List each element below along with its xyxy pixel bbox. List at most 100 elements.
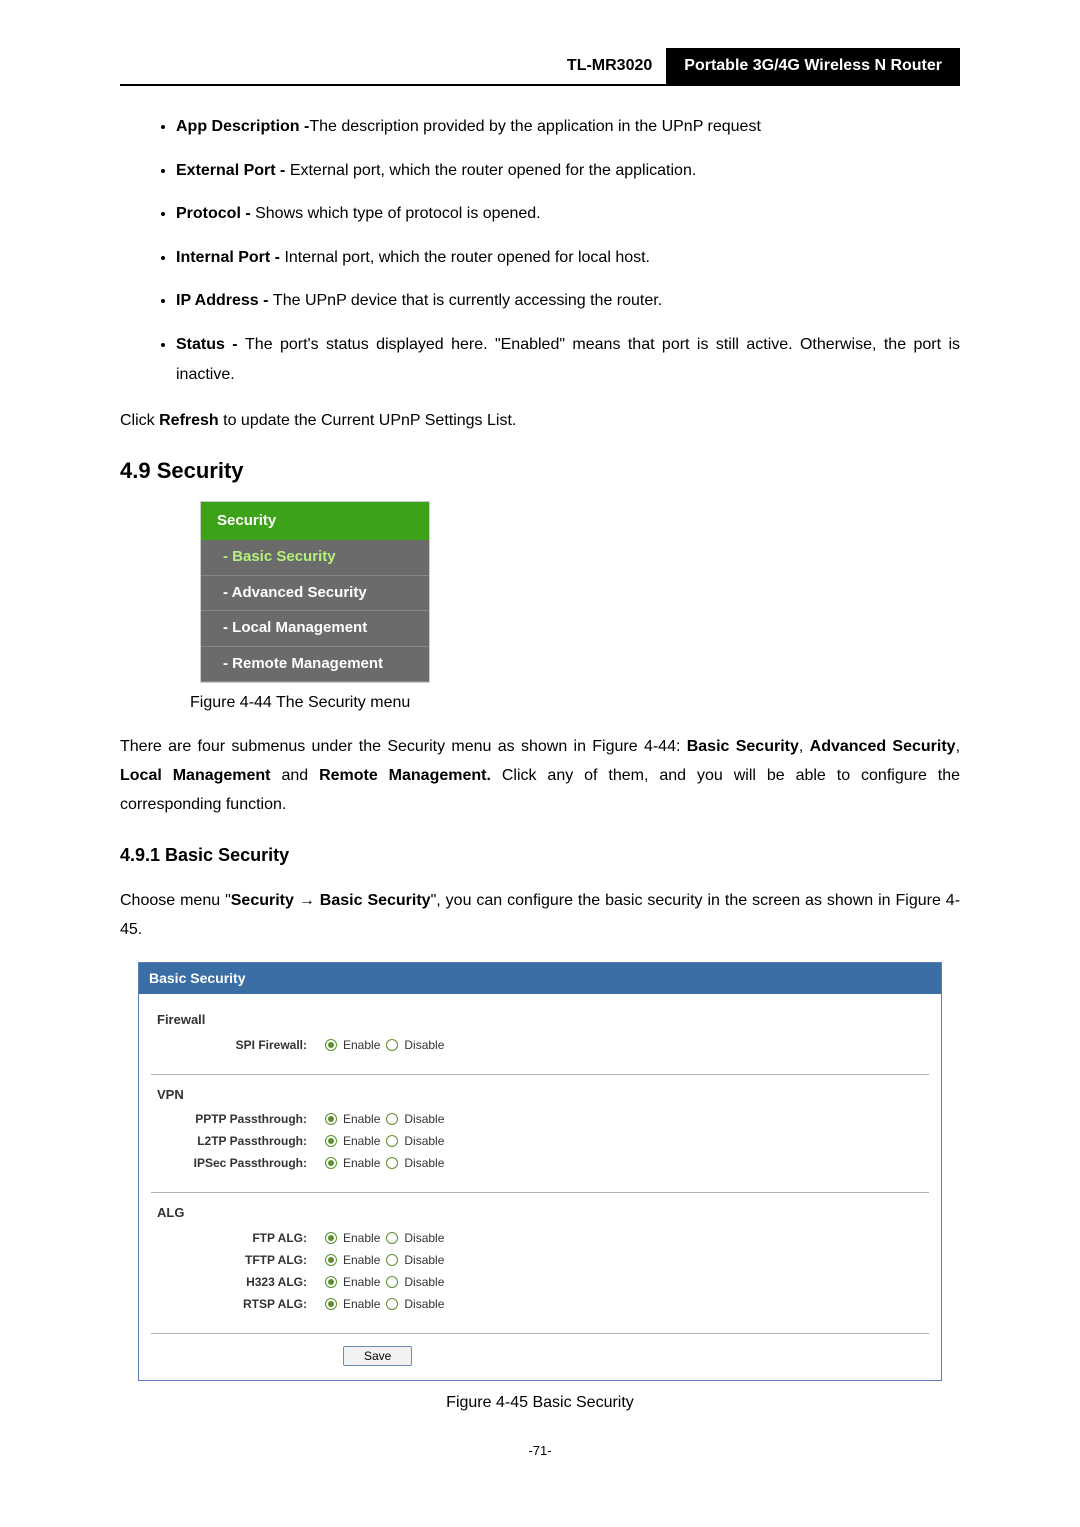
- panel-title: Basic Security: [139, 963, 941, 994]
- opt-disable-label: Disable: [404, 1036, 444, 1054]
- opt-enable-label: Enable: [343, 1154, 380, 1172]
- list-item: Internal Port - Internal port, which the…: [176, 243, 960, 273]
- label: TFTP ALG:: [151, 1251, 325, 1269]
- figure-caption-4-45: Figure 4-45 Basic Security: [120, 1391, 960, 1415]
- radio-enable[interactable]: [325, 1039, 337, 1051]
- text: There are four submenus under the Securi…: [120, 738, 687, 755]
- label: PPTP Passthrough:: [151, 1110, 325, 1128]
- bold: Remote Management.: [319, 767, 491, 784]
- text: ,: [956, 738, 960, 755]
- opt-disable-label: Disable: [404, 1154, 444, 1172]
- row-h323-alg: H323 ALG: Enable Disable: [151, 1271, 929, 1293]
- text: and: [271, 767, 320, 784]
- opt-enable-label: Enable: [343, 1295, 380, 1313]
- group-alg: ALG: [151, 1193, 929, 1227]
- list-item: Protocol - Shows which type of protocol …: [176, 199, 960, 229]
- text: to update the Current UPnP Settings List…: [219, 412, 517, 429]
- bold: Basic Security: [687, 738, 799, 755]
- text: ,: [799, 738, 810, 755]
- opt-enable-label: Enable: [343, 1036, 380, 1054]
- opt-disable-label: Disable: [404, 1273, 444, 1291]
- radio-disable[interactable]: [386, 1298, 398, 1310]
- menu-head: Security: [201, 502, 429, 541]
- desc: External port, which the router opened f…: [290, 162, 696, 179]
- text: Choose menu ": [120, 892, 231, 909]
- menu-item-basic-security: - Basic Security: [201, 540, 429, 576]
- radio-enable[interactable]: [325, 1113, 337, 1125]
- opt-enable-label: Enable: [343, 1132, 380, 1150]
- group-vpn: VPN: [151, 1075, 929, 1109]
- figure-caption-4-44: Figure 4-44 The Security menu: [190, 691, 960, 715]
- radio-disable[interactable]: [386, 1276, 398, 1288]
- radio-disable[interactable]: [386, 1113, 398, 1125]
- save-button[interactable]: Save: [343, 1346, 412, 1366]
- row-ftp-alg: FTP ALG: Enable Disable: [151, 1227, 929, 1249]
- list-item: IP Address - The UPnP device that is cur…: [176, 286, 960, 316]
- list-item: External Port - External port, which the…: [176, 156, 960, 186]
- menu-item-remote-management: - Remote Management: [201, 647, 429, 683]
- submenus-paragraph: There are four submenus under the Securi…: [120, 733, 960, 819]
- device-title: Portable 3G/4G Wireless N Router: [666, 48, 960, 84]
- opt-enable-label: Enable: [343, 1251, 380, 1269]
- refresh-instruction: Click Refresh to update the Current UPnP…: [120, 407, 960, 436]
- desc: Internal port, which the router opened f…: [284, 249, 650, 266]
- page-number: -71-: [120, 1441, 960, 1461]
- row-rtsp-alg: RTSP ALG: Enable Disable: [151, 1293, 929, 1315]
- radio-disable[interactable]: [386, 1232, 398, 1244]
- row-ipsec: IPSec Passthrough: Enable Disable: [151, 1152, 929, 1174]
- bold: Security: [231, 892, 294, 909]
- term: Internal Port -: [176, 249, 284, 266]
- opt-disable-label: Disable: [404, 1295, 444, 1313]
- opt-disable-label: Disable: [404, 1110, 444, 1128]
- radio-enable[interactable]: [325, 1254, 337, 1266]
- desc: The description provided by the applicat…: [309, 118, 761, 135]
- term: External Port -: [176, 162, 290, 179]
- row-tftp-alg: TFTP ALG: Enable Disable: [151, 1249, 929, 1271]
- label: SPI Firewall:: [151, 1036, 325, 1054]
- upnp-field-list: App Description -The description provide…: [120, 112, 960, 389]
- opt-enable-label: Enable: [343, 1229, 380, 1247]
- label: RTSP ALG:: [151, 1295, 325, 1313]
- radio-disable[interactable]: [386, 1135, 398, 1147]
- subsection-heading-basic-security: 4.9.1 Basic Security: [120, 842, 960, 869]
- arrow-icon: →: [294, 892, 320, 909]
- term: App Description -: [176, 118, 309, 135]
- desc: The UPnP device that is currently access…: [273, 292, 662, 309]
- row-spi-firewall: SPI Firewall: Enable Disable: [151, 1034, 929, 1056]
- bold: Basic Security: [320, 892, 431, 909]
- bold: Advanced Security: [810, 738, 956, 755]
- refresh-label: Refresh: [159, 412, 219, 429]
- radio-enable[interactable]: [325, 1157, 337, 1169]
- list-item: App Description -The description provide…: [176, 112, 960, 142]
- section-heading-security: 4.9 Security: [120, 454, 960, 487]
- desc: Shows which type of protocol is opened.: [255, 205, 541, 222]
- menu-item-local-management: - Local Management: [201, 611, 429, 647]
- text: Click: [120, 412, 159, 429]
- label: FTP ALG:: [151, 1229, 325, 1247]
- opt-disable-label: Disable: [404, 1229, 444, 1247]
- group-firewall: Firewall: [151, 1000, 929, 1034]
- radio-enable[interactable]: [325, 1135, 337, 1147]
- bold: Local Management: [120, 767, 271, 784]
- radio-enable[interactable]: [325, 1276, 337, 1288]
- menu-item-advanced-security: - Advanced Security: [201, 576, 429, 612]
- basic-security-panel: Basic Security Firewall SPI Firewall: En…: [138, 962, 942, 1381]
- opt-enable-label: Enable: [343, 1273, 380, 1291]
- radio-enable[interactable]: [325, 1232, 337, 1244]
- list-item: Status - The port's status displayed her…: [176, 330, 960, 389]
- radio-disable[interactable]: [386, 1157, 398, 1169]
- term: Status -: [176, 336, 245, 353]
- label: IPSec Passthrough:: [151, 1154, 325, 1172]
- opt-enable-label: Enable: [343, 1110, 380, 1128]
- page-header: TL-MR3020 Portable 3G/4G Wireless N Rout…: [120, 48, 960, 86]
- security-menu-screenshot: Security - Basic Security - Advanced Sec…: [200, 501, 430, 684]
- radio-disable[interactable]: [386, 1039, 398, 1051]
- opt-disable-label: Disable: [404, 1251, 444, 1269]
- row-pptp: PPTP Passthrough: Enable Disable: [151, 1108, 929, 1130]
- label: L2TP Passthrough:: [151, 1132, 325, 1150]
- opt-disable-label: Disable: [404, 1132, 444, 1150]
- radio-enable[interactable]: [325, 1298, 337, 1310]
- device-model: TL-MR3020: [553, 48, 666, 84]
- row-l2tp: L2TP Passthrough: Enable Disable: [151, 1130, 929, 1152]
- radio-disable[interactable]: [386, 1254, 398, 1266]
